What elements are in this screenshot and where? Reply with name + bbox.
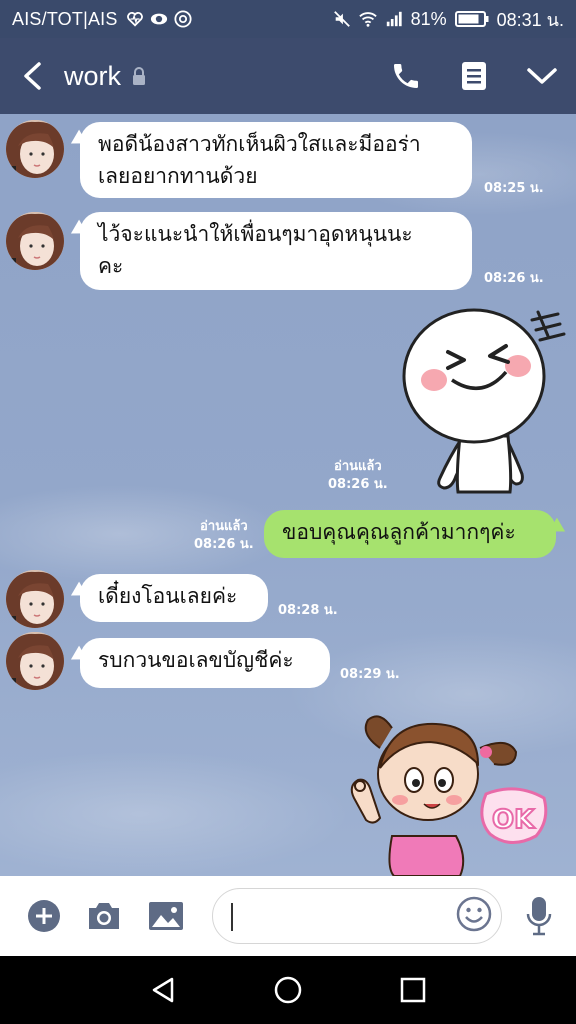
message-bubble[interactable]: พอดีน้องสาวทักเห็นผิวใสและมีออร่า เลยอยา… <box>80 122 472 198</box>
image-icon <box>149 902 183 930</box>
message-bubble[interactable]: เดี๋ยงโอนเลยค่ะ <box>80 574 268 622</box>
note-icon <box>462 62 486 90</box>
battery-percent: 81% <box>410 8 447 29</box>
avatar-image <box>6 212 64 270</box>
message-bubble[interactable]: รบกวนขอเลขบัญชีค่ะ <box>80 638 330 688</box>
message-time: 08:25 น. <box>484 181 544 196</box>
plus-circle-icon <box>28 900 60 932</box>
nav-home-button[interactable] <box>258 960 318 1020</box>
nav-recents-button[interactable] <box>383 960 443 1020</box>
signal-icon <box>386 11 402 27</box>
triangle-back-icon <box>152 977 173 1003</box>
smiley-icon <box>456 896 492 932</box>
add-button[interactable] <box>14 876 74 956</box>
camera-icon <box>89 903 119 929</box>
message-time: 08:26 น. <box>194 537 254 552</box>
system-nav-bar <box>0 956 576 1024</box>
avatar-image <box>6 120 64 178</box>
camera-button[interactable] <box>74 876 134 956</box>
microphone-icon <box>526 897 552 936</box>
phone-icon <box>394 64 418 88</box>
heart-rate-icon <box>126 12 143 27</box>
message-time: 08:26 น. <box>484 271 544 286</box>
call-button[interactable] <box>372 38 440 114</box>
avatar-image <box>6 632 64 690</box>
avatar[interactable] <box>6 632 64 690</box>
message-time: 08:29 น. <box>340 667 400 682</box>
status-bar: AIS/TOT|AIS 81% 08:31 น. <box>0 0 576 38</box>
back-arrow-icon <box>24 62 41 90</box>
message-text: รบกวนขอเลขบัญชีค่ะ <box>98 648 294 672</box>
clock: 08:31 น. <box>496 9 564 30</box>
back-button[interactable] <box>0 38 64 114</box>
wifi-icon <box>358 12 377 27</box>
avatar[interactable] <box>6 120 64 178</box>
eye-icon <box>150 13 167 25</box>
avatar[interactable] <box>6 570 64 628</box>
read-label: อ่านแล้ว <box>334 459 382 474</box>
gallery-button[interactable] <box>136 876 196 956</box>
battery-icon <box>454 11 489 27</box>
emoji-button[interactable] <box>456 896 492 932</box>
chat-title: work <box>64 61 147 92</box>
read-receipt: อ่านแล้ว 08:26 น. <box>328 458 388 494</box>
message-bubble[interactable]: ไว้จะแนะนำให้เพื่อนๆมาอุดหนุนนะ คะ <box>80 212 472 290</box>
chat-header: work <box>0 38 576 114</box>
avatar[interactable] <box>6 212 64 270</box>
chrome-icon <box>174 10 192 28</box>
avatar-image <box>6 570 64 628</box>
message-text: คะ <box>98 254 124 278</box>
message-text: ไว้จะแนะนำให้เพื่อนๆมาอุดหนุนนะ <box>98 222 413 246</box>
sticker-image: OK <box>350 715 548 876</box>
moon-laughing-sticker[interactable] <box>398 306 568 496</box>
circle-home-icon <box>274 976 302 1004</box>
text-caret <box>231 903 233 931</box>
lock-icon <box>133 67 146 85</box>
carrier-label: AIS/TOT|AIS <box>12 8 118 29</box>
message-bubble-outgoing[interactable]: ขอบคุณคุณลูกค้ามากๆค่ะ <box>264 510 556 558</box>
sticker-ok-text: OK <box>492 805 535 835</box>
chat-title-text: work <box>64 60 122 91</box>
input-bar <box>0 876 576 956</box>
square-recents-icon <box>401 977 426 1003</box>
girl-ok-sticker[interactable]: OK <box>340 708 556 876</box>
voice-button[interactable] <box>516 890 562 942</box>
nav-back-button[interactable] <box>133 960 193 1020</box>
sticker-image <box>402 308 566 494</box>
menu-dropdown-button[interactable] <box>508 38 576 114</box>
message-time: 08:28 น. <box>278 603 338 618</box>
message-text: พอดีน้องสาวทักเห็นผิวใสและมีออร่า <box>98 132 421 156</box>
message-text: เลยอยากทานด้วย <box>98 164 258 188</box>
message-time: 08:26 น. <box>328 477 388 492</box>
chevron-down-icon <box>527 68 557 84</box>
mute-icon <box>333 11 350 27</box>
read-receipt: อ่านแล้ว 08:26 น. <box>194 518 254 554</box>
read-label: อ่านแล้ว <box>200 519 248 534</box>
notes-button[interactable] <box>440 38 508 114</box>
message-text: เดี๋ยงโอนเลยค่ะ <box>98 584 238 608</box>
message-text: ขอบคุณคุณลูกค้ามากๆค่ะ <box>282 520 516 544</box>
chat-area[interactable]: พอดีน้องสาวทักเห็นผิวใสและมีออร่า เลยอยา… <box>0 114 576 876</box>
